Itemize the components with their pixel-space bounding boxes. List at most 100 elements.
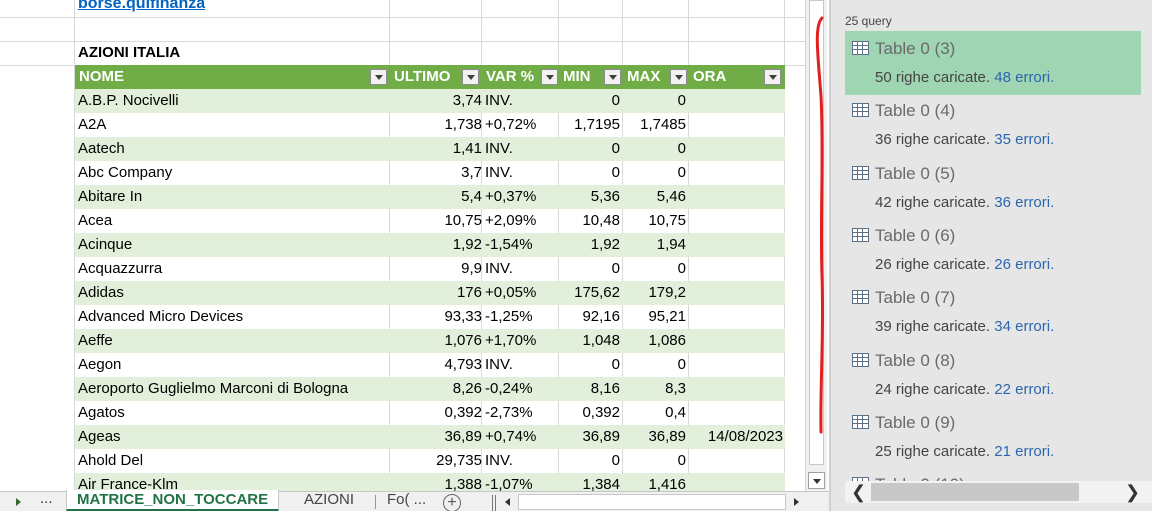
cell-min[interactable]: 1,384 [555, 473, 620, 491]
table-row[interactable]: Acea 10,75 +2,09% 10,48 10,75 [75, 209, 785, 233]
cell-var[interactable]: INV. [485, 89, 560, 113]
cell-ultimo[interactable]: 5,4 [390, 185, 482, 209]
cell-ultimo[interactable]: 8,26 [390, 377, 482, 401]
cell-ora[interactable] [689, 185, 783, 209]
table-row[interactable]: A2A 1,738 +0,72% 1,7195 1,7485 [75, 113, 785, 137]
cell-max[interactable]: 10,75 [622, 209, 686, 233]
cell-max[interactable]: 1,416 [622, 473, 686, 491]
scroll-right-chevron-icon[interactable]: ❯ [1125, 483, 1140, 501]
cell-var[interactable]: -1,07% [485, 473, 560, 491]
cell-max[interactable]: 95,21 [622, 305, 686, 329]
errors-link[interactable]: 26 errori. [994, 256, 1054, 273]
cell-nome[interactable]: Aeffe [78, 329, 388, 353]
cell-ultimo[interactable]: 93,33 [390, 305, 482, 329]
cell-min[interactable]: 175,62 [555, 281, 620, 305]
cell-ora[interactable] [689, 329, 783, 353]
table-row[interactable]: Aeffe 1,076 +1,70% 1,048 1,086 [75, 329, 785, 353]
cell-ora[interactable] [689, 233, 783, 257]
filter-dropdown-icon[interactable] [604, 69, 621, 85]
sheet-vertical-scrollbar[interactable] [805, 0, 827, 491]
cell-max[interactable]: 1,086 [622, 329, 686, 353]
cell-min[interactable]: 0 [555, 353, 620, 377]
query-item[interactable]: Table 0 (9) 25 righe caricate. 21 errori. [845, 405, 1141, 469]
scrollbar-thumb[interactable] [809, 0, 824, 465]
cell-ultimo[interactable]: 9,9 [390, 257, 482, 281]
source-hyperlink[interactable]: borse.quifinanza [78, 0, 205, 13]
sheet-horizontal-scrollbar[interactable] [518, 494, 786, 510]
cell-min[interactable]: 1,92 [555, 233, 620, 257]
cell-ultimo[interactable]: 3,7 [390, 161, 482, 185]
cell-ora[interactable] [689, 257, 783, 281]
worksheet-grid[interactable]: borse.quifinanza AZIONI ITALIA NOME ULTI… [0, 0, 805, 491]
cell-max[interactable]: 0 [622, 257, 686, 281]
add-sheet-icon[interactable]: + [443, 494, 461, 511]
filter-dropdown-icon[interactable] [462, 69, 479, 85]
cell-max[interactable]: 8,3 [622, 377, 686, 401]
cell-var[interactable]: +0,72% [485, 113, 560, 137]
cell-ultimo[interactable]: 10,75 [390, 209, 482, 233]
column-header-min[interactable]: MIN [559, 65, 623, 89]
cell-nome[interactable]: A.B.P. Nocivelli [78, 89, 388, 113]
cell-min[interactable]: 0,392 [555, 401, 620, 425]
cell-min[interactable]: 0 [555, 161, 620, 185]
cell-nome[interactable]: Abitare In [78, 185, 388, 209]
cell-min[interactable]: 8,16 [555, 377, 620, 401]
cell-var[interactable]: -0,24% [485, 377, 560, 401]
cell-max[interactable]: 0,4 [622, 401, 686, 425]
cell-ora[interactable] [689, 377, 783, 401]
query-item[interactable]: Table 0 (3) 50 righe caricate. 48 errori. [845, 31, 1141, 95]
cell-ora[interactable] [689, 113, 783, 137]
scroll-left-arrow-icon[interactable] [500, 494, 516, 510]
errors-link[interactable]: 48 errori. [994, 69, 1054, 86]
cell-ultimo[interactable]: 1,076 [390, 329, 482, 353]
cell-max[interactable]: 179,2 [622, 281, 686, 305]
cell-var[interactable]: -1,54% [485, 233, 560, 257]
cell-min[interactable]: 1,7195 [555, 113, 620, 137]
cell-nome[interactable]: Agatos [78, 401, 388, 425]
table-row[interactable]: Aeroporto Guglielmo Marconi di Bologna 8,… [75, 377, 785, 401]
column-header-nome[interactable]: NOME [75, 65, 389, 89]
scroll-down-arrow-icon[interactable] [808, 472, 825, 489]
query-item[interactable]: Table 0 (6) 26 righe caricate. 26 errori. [845, 218, 1141, 282]
tab-azioni[interactable]: AZIONI [294, 490, 364, 511]
cell-min[interactable]: 36,89 [555, 425, 620, 449]
cell-ultimo[interactable]: 4,793 [390, 353, 482, 377]
cell-var[interactable]: INV. [485, 137, 560, 161]
cell-nome[interactable]: Air France-Klm [78, 473, 388, 491]
cell-max[interactable]: 0 [622, 161, 686, 185]
table-row[interactable]: Aatech 1,41 INV. 0 0 [75, 137, 785, 161]
column-header-var[interactable]: VAR % [482, 65, 559, 89]
table-row[interactable]: Advanced Micro Devices 93,33 -1,25% 92,16 95… [75, 305, 785, 329]
cell-ora[interactable] [689, 281, 783, 305]
cell-ora[interactable] [689, 401, 783, 425]
errors-link[interactable]: 36 errori. [994, 194, 1054, 211]
cell-ultimo[interactable]: 29,735 [390, 449, 482, 473]
cell-max[interactable]: 0 [622, 353, 686, 377]
cell-nome[interactable]: Acinque [78, 233, 388, 257]
tab-truncated[interactable]: Fo( ... [377, 490, 436, 511]
cell-ultimo[interactable]: 176 [390, 281, 482, 305]
cell-ora[interactable] [689, 353, 783, 377]
cell-ultimo[interactable]: 36,89 [390, 425, 482, 449]
column-header-ultimo[interactable]: ULTIMO [390, 65, 482, 89]
more-sheets-left[interactable]: ... [40, 490, 53, 507]
cell-nome[interactable]: Ageas [78, 425, 388, 449]
cell-nome[interactable]: Acquazzurra [78, 257, 388, 281]
cell-ora[interactable] [689, 161, 783, 185]
next-sheet-arrow-icon[interactable] [10, 495, 26, 509]
cell-max[interactable]: 0 [622, 89, 686, 113]
cell-nome[interactable]: Aeroporto Guglielmo Marconi di Bologna [78, 377, 388, 401]
cell-var[interactable]: +2,09% [485, 209, 560, 233]
cell-nome[interactable]: Aegon [78, 353, 388, 377]
table-row[interactable]: Ageas 36,89 +0,74% 36,89 36,89 14/08/2023 [75, 425, 785, 449]
tab-matrice-non-toccare[interactable]: MATRICE_NON_TOCCARE [66, 490, 280, 511]
filter-dropdown-icon[interactable] [764, 69, 781, 85]
cell-ora[interactable] [689, 473, 783, 491]
cell-nome[interactable]: Acea [78, 209, 388, 233]
cell-ultimo[interactable]: 1,92 [390, 233, 482, 257]
errors-link[interactable]: 21 errori. [994, 443, 1054, 460]
cell-nome[interactable]: Ahold Del [78, 449, 388, 473]
table-row[interactable]: Acquazzurra 9,9 INV. 0 0 [75, 257, 785, 281]
cell-ultimo[interactable]: 1,41 [390, 137, 482, 161]
filter-dropdown-icon[interactable] [370, 69, 387, 85]
